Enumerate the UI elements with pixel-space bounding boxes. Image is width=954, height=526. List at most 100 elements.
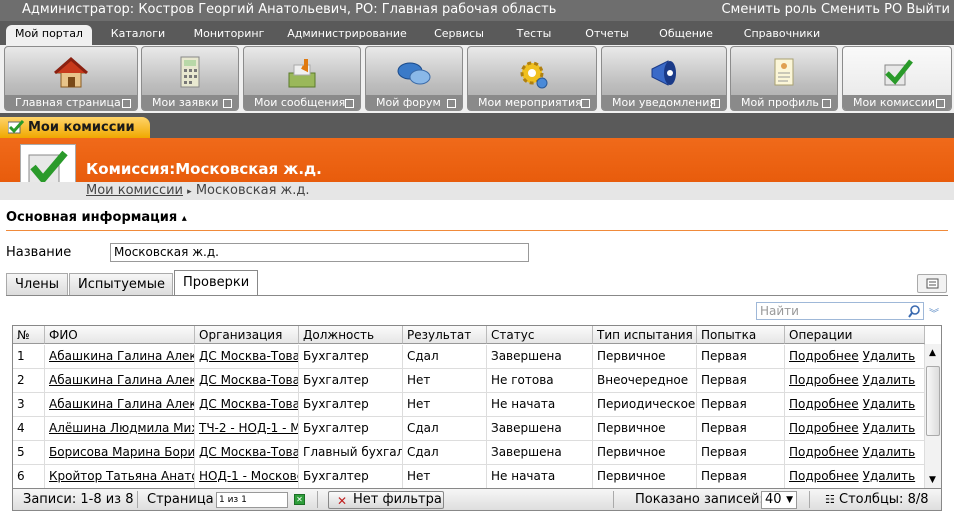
table-cell[interactable]: Абашкина Галина Алекса xyxy=(45,393,195,417)
columns-label: Столбцы: 8/8 xyxy=(839,492,929,507)
toolbar-button-2[interactable]: Мои сообщения xyxy=(243,46,361,111)
menu-tab-5[interactable]: Тесты xyxy=(502,25,566,45)
table-cell[interactable]: Борисова Марина Борисо xyxy=(45,441,195,465)
delete-link[interactable]: Удалить xyxy=(863,373,916,387)
column-header[interactable]: Должность xyxy=(299,326,403,344)
details-link[interactable]: Подробнее xyxy=(789,373,859,387)
go-page-icon[interactable]: ✕ xyxy=(294,494,305,505)
page-tab-label: Мои комиссии xyxy=(28,120,135,135)
tab-0[interactable]: Члены xyxy=(6,273,68,295)
table-cell[interactable]: ДС Москва-Товар xyxy=(195,441,299,465)
delete-link[interactable]: Удалить xyxy=(863,469,916,483)
collapse-toggle-icon[interactable]: ▴ xyxy=(182,213,187,224)
search-icon[interactable] xyxy=(908,305,921,318)
name-field[interactable]: Московская ж.д. xyxy=(110,243,529,262)
toolbar-button-6[interactable]: Мой профиль xyxy=(730,46,838,111)
table-cell: Первичное xyxy=(593,345,697,369)
delete-link[interactable]: Удалить xyxy=(863,421,916,435)
column-header[interactable]: Организация xyxy=(195,326,299,344)
column-header[interactable]: Статус xyxy=(487,326,593,344)
section-title: Основная информация xyxy=(6,210,178,225)
tab-1[interactable]: Испытуемые xyxy=(69,273,173,295)
menu-tab-3[interactable]: Администрирование xyxy=(278,25,416,45)
table-cell: Бухгалтер xyxy=(299,369,403,393)
search-input[interactable]: Найти xyxy=(756,302,924,320)
toolbar-button-label: Мой форум xyxy=(366,95,462,110)
column-header[interactable]: Тип испытания xyxy=(593,326,697,344)
scroll-up-icon[interactable]: ▲ xyxy=(929,348,936,358)
table-cell: 3 xyxy=(13,393,45,417)
menu-tab-6[interactable]: Отчеты xyxy=(576,25,638,45)
toolbar-button-1[interactable]: Мои заявки xyxy=(141,46,239,111)
scroll-down-icon[interactable]: ▼ xyxy=(929,475,936,485)
footer-separator xyxy=(137,491,138,508)
table-cell: Бухгалтер xyxy=(299,417,403,441)
delete-link[interactable]: Удалить xyxy=(863,349,916,363)
delete-link[interactable]: Удалить xyxy=(863,445,916,459)
table-cell[interactable]: НОД-1 - Московск xyxy=(195,465,299,488)
breadcrumb-link[interactable]: Мои комиссии xyxy=(86,183,183,198)
row-operations: Подробнее Удалить xyxy=(785,369,925,393)
table-cell: Не начата xyxy=(487,465,593,488)
footer-separator xyxy=(317,491,318,508)
table-cell[interactable]: ТЧ-2 - НОД-1 - Мо xyxy=(195,417,299,441)
row-operations: Подробнее Удалить xyxy=(785,441,925,465)
table-cell: Завершена xyxy=(487,441,593,465)
column-header[interactable]: ФИО xyxy=(45,326,195,344)
details-link[interactable]: Подробнее xyxy=(789,421,859,435)
menu-tab-1[interactable]: Каталоги xyxy=(102,25,174,45)
table-cell[interactable]: ДС Москва-Товар xyxy=(195,345,299,369)
table-cell[interactable]: Кройтор Татьяна Анатоль xyxy=(45,465,195,488)
menu-tab-8[interactable]: Справочники xyxy=(736,25,828,45)
table-cell: Нет xyxy=(403,393,487,417)
tab-divider xyxy=(6,295,948,296)
filter-off-icon: ✕ xyxy=(337,494,348,508)
toolbar-button-0[interactable]: Главная страница xyxy=(4,46,138,111)
details-link[interactable]: Подробнее xyxy=(789,469,859,483)
menu-tab-4[interactable]: Сервисы xyxy=(424,25,494,45)
column-header[interactable]: Операции xyxy=(785,326,925,344)
tab-2[interactable]: Проверки xyxy=(174,270,258,295)
page-tab-my-commissions[interactable]: Мои комиссии xyxy=(0,117,150,138)
table-cell: Первая xyxy=(697,441,785,465)
column-header[interactable]: Результат xyxy=(403,326,487,344)
table-cell: Внеочередное xyxy=(593,369,697,393)
menu-tab-2[interactable]: Мониторинг xyxy=(186,25,272,45)
toolbar-button-5[interactable]: Мои уведомления xyxy=(601,46,727,111)
table-cell: Первичное xyxy=(593,465,697,488)
row-operations: Подробнее Удалить xyxy=(785,465,925,488)
chevron-down-icon[interactable]: ︾ xyxy=(929,305,939,320)
page-input[interactable]: 1 из 1 xyxy=(216,492,288,508)
menu-tab-7[interactable]: Общение xyxy=(648,25,724,45)
details-link[interactable]: Подробнее xyxy=(789,349,859,363)
grid-scrollbar[interactable]: ▲ ▼ xyxy=(924,344,941,488)
options-button[interactable] xyxy=(917,274,947,293)
checkmark-icon xyxy=(8,120,24,134)
breadcrumb: Мои комиссии ▸ Московская ж.д. xyxy=(0,182,954,200)
table-cell[interactable]: ДС Москва-Товар xyxy=(195,369,299,393)
table-cell: Бухгалтер xyxy=(299,345,403,369)
menu-tab-0[interactable]: Мой портал xyxy=(6,25,92,45)
table-cell[interactable]: Алёшина Людмила Михай xyxy=(45,417,195,441)
table-cell[interactable]: Абашкина Галина Алекса xyxy=(45,345,195,369)
chat-bubbles-icon xyxy=(397,62,431,85)
page-size-select[interactable]: 40 ▼ xyxy=(761,491,797,509)
header-links[interactable]: Сменить роль Сменить РО Выйти xyxy=(721,2,950,17)
user-title: Администратор: Костров Георгий Анатольев… xyxy=(22,2,557,17)
details-link[interactable]: Подробнее xyxy=(789,397,859,411)
table-cell[interactable]: ДС Москва-Товар xyxy=(195,393,299,417)
toolbar-button-4[interactable]: Мои мероприятия xyxy=(467,46,597,111)
toolbar-button-3[interactable]: Мой форум xyxy=(365,46,463,111)
table-cell: Первая xyxy=(697,465,785,488)
clear-filter-button[interactable]: ✕ Нет фильтра xyxy=(328,491,444,509)
details-link[interactable]: Подробнее xyxy=(789,445,859,459)
scroll-thumb[interactable] xyxy=(926,366,940,436)
gears-icon xyxy=(520,61,548,89)
column-header[interactable]: № xyxy=(13,326,45,344)
table-cell[interactable]: Абашкина Галина Алекса xyxy=(45,369,195,393)
toolbar-button-7[interactable]: Мои комиссии xyxy=(842,46,952,111)
column-header[interactable]: Попытка xyxy=(697,326,785,344)
columns-button[interactable]: ☷ Столбцы: 8/8 xyxy=(825,492,929,507)
section-header[interactable]: Основная информация ▴ xyxy=(6,210,187,225)
delete-link[interactable]: Удалить xyxy=(863,397,916,411)
